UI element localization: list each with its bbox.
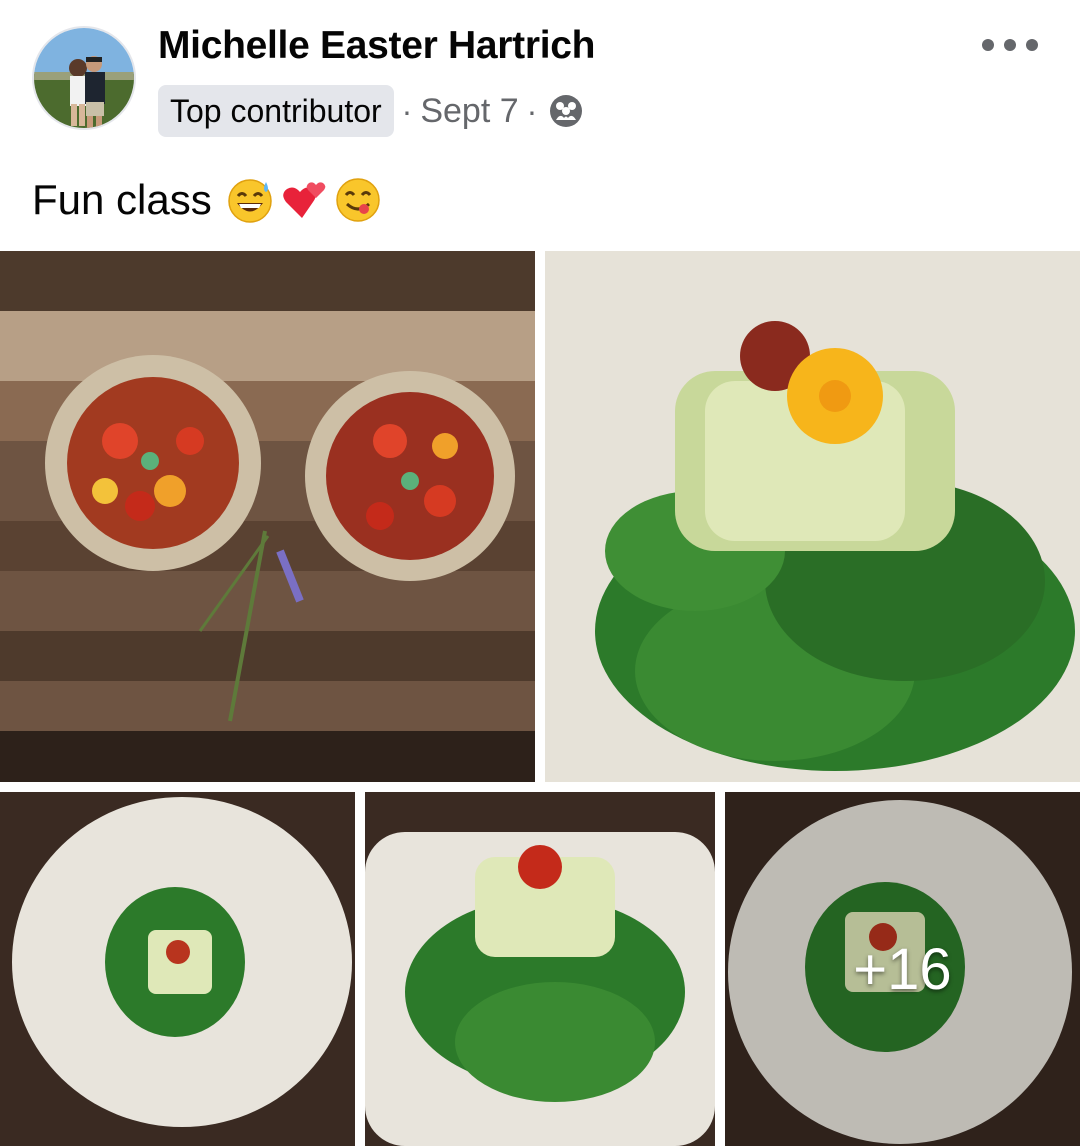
caption-text: Fun class <box>32 176 212 223</box>
meta-separator: · <box>526 92 538 129</box>
two-hearts-emoji <box>282 182 326 218</box>
photo-zucchini-flower[interactable] <box>545 251 1080 782</box>
photo-plated-top[interactable]: +16 <box>725 792 1080 1146</box>
more-options-icon[interactable] <box>982 30 1038 60</box>
post-meta: Top contributor · Sept 7 · <box>158 84 583 138</box>
post-caption: Fun class <box>32 170 388 230</box>
author-name[interactable]: Michelle Easter Hartrich <box>158 24 595 68</box>
post-date[interactable]: Sept 7 <box>420 92 518 131</box>
meta-separator: · <box>401 92 413 129</box>
more-photos-count[interactable]: +16 <box>725 792 1080 1146</box>
post-header: Michelle Easter Hartrich Top contributor… <box>0 0 1080 150</box>
top-contributor-badge[interactable]: Top contributor <box>158 85 394 137</box>
photo-plated-roll[interactable] <box>0 792 355 1146</box>
grinning-sweat-emoji <box>227 179 272 223</box>
savoring-food-emoji <box>335 178 380 222</box>
photo-tomato-tarts[interactable] <box>0 251 535 782</box>
photo-roll-closeup[interactable] <box>365 792 715 1146</box>
group-icon <box>550 95 583 127</box>
avatar[interactable] <box>32 26 136 130</box>
